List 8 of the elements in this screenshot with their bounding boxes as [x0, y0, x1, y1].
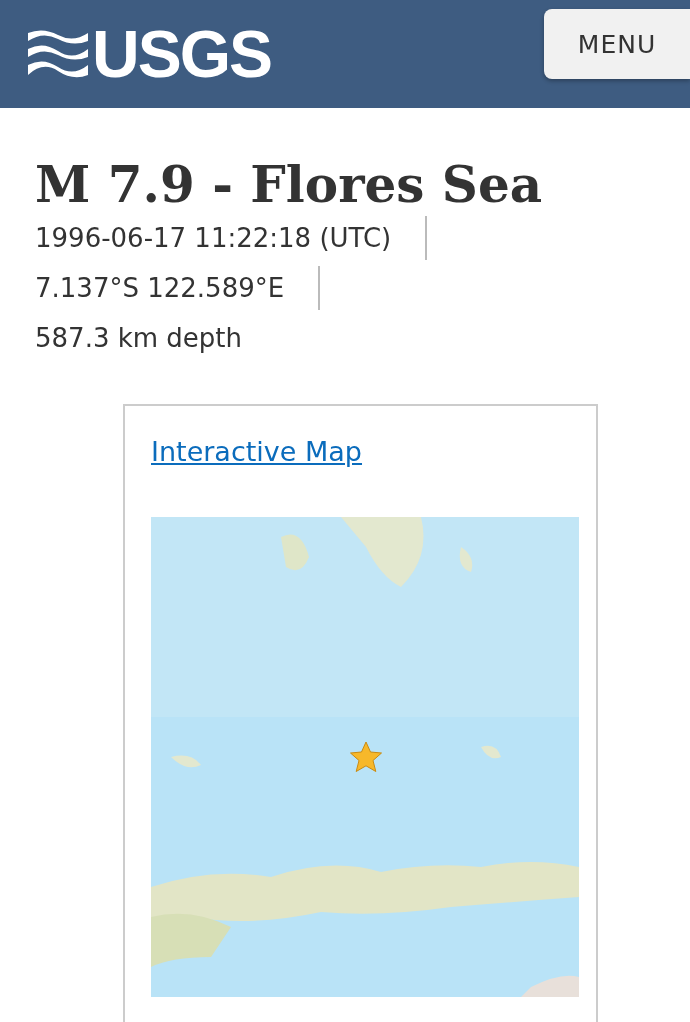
- interactive-map-link[interactable]: Interactive Map: [151, 436, 362, 467]
- event-detail: 587.3 km depth: [35, 322, 243, 355]
- page-title: M 7.9 - Flores Sea: [35, 154, 544, 216]
- event-detail: 1996-06-17 11:22:18 (UTC): [35, 222, 392, 255]
- star-marker-icon: [349, 741, 383, 773]
- logo-text[interactable]: USGS: [92, 21, 272, 87]
- menu-button[interactable]: MENU: [544, 9, 690, 79]
- event-detail: 7.137°S 122.589°E: [35, 272, 285, 305]
